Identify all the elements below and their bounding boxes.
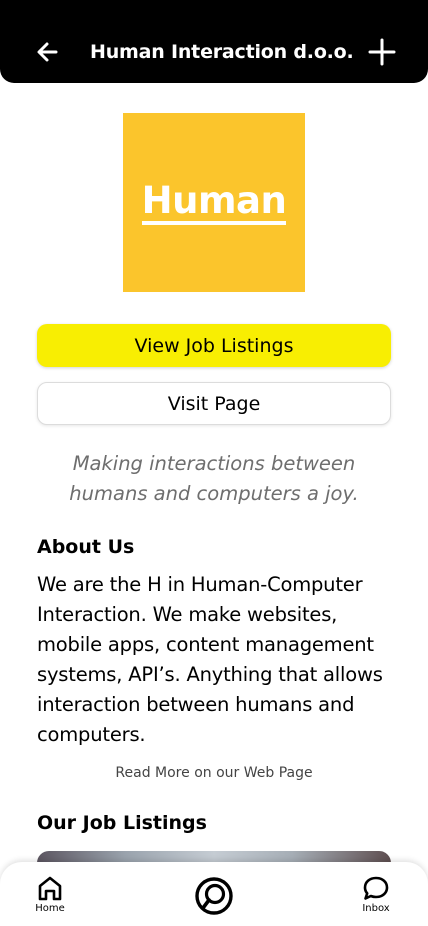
- plus-icon[interactable]: [366, 36, 398, 68]
- company-tagline: Making interactions between humans and c…: [69, 452, 359, 505]
- bottom-tab-bar: Home Inbox: [0, 862, 428, 926]
- about-heading: About Us: [37, 536, 135, 558]
- home-icon: [38, 876, 62, 901]
- tab-inbox[interactable]: Inbox: [354, 862, 398, 926]
- company-logo-text: Human: [141, 180, 287, 225]
- read-more-link[interactable]: Read More on our Web Page: [0, 762, 428, 784]
- about-text: We are the H in Human-Computer Interacti…: [37, 573, 383, 746]
- company-logo: Human: [123, 113, 305, 292]
- tab-home[interactable]: Home: [28, 862, 72, 926]
- tab-inbox-label: Inbox: [362, 903, 390, 914]
- app-logo-icon[interactable]: [194, 876, 234, 916]
- job-listings-heading: Our Job Listings: [37, 812, 207, 834]
- arrow-left-icon[interactable]: [34, 38, 62, 66]
- visit-page-button[interactable]: Visit Page: [37, 382, 391, 425]
- top-app-bar: Human Interaction d.o.o.: [0, 0, 428, 83]
- chat-bubble-icon: [363, 876, 389, 900]
- view-job-listings-button[interactable]: View Job Listings: [37, 324, 391, 367]
- tab-home-label: Home: [35, 903, 65, 914]
- page-title: Human Interaction d.o.o.: [90, 41, 354, 63]
